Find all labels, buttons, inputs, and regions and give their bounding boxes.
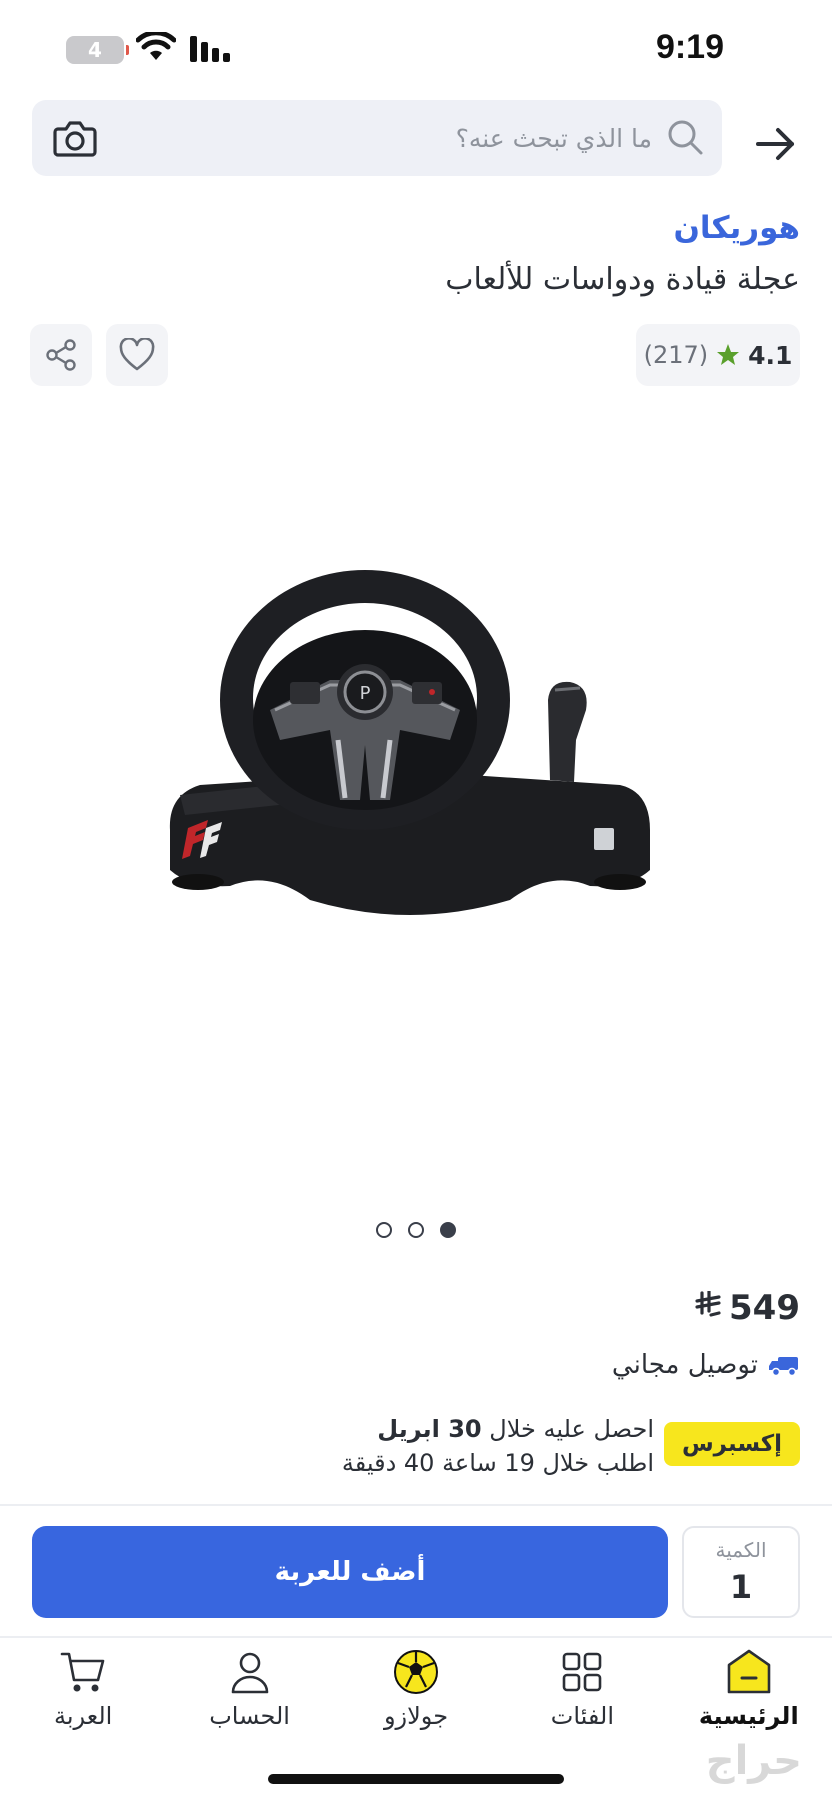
star-icon <box>717 344 740 365</box>
bottom-tab-bar: الرئيسية الفئات جولازو الحساب العربة <box>0 1638 832 1748</box>
rating-badge[interactable]: 4.1 (217) <box>636 324 800 386</box>
watermark-logo: حراج <box>705 1738 802 1784</box>
rating-count: (217) <box>643 341 709 369</box>
truck-icon <box>769 1357 798 1377</box>
wifi-icon <box>136 32 176 60</box>
clock: 9:19 <box>655 28 724 66</box>
tab-account[interactable]: الحساب <box>166 1638 332 1748</box>
account-icon <box>231 1652 268 1694</box>
quantity-value: 1 <box>729 1568 753 1606</box>
soccer-ball-icon <box>393 1650 438 1694</box>
add-to-cart-button[interactable]: أضف للعربة <box>32 1526 668 1618</box>
home-icon <box>727 1649 771 1694</box>
product-image: P <box>169 570 650 915</box>
express-badge: إكسبرس <box>664 1422 800 1466</box>
signal-icon <box>190 36 230 62</box>
home-indicator[interactable] <box>268 1774 564 1784</box>
camera-icon[interactable] <box>52 116 98 160</box>
tab-categories[interactable]: الفئات <box>499 1638 665 1748</box>
riyal-icon <box>695 1288 721 1326</box>
quantity-label: الكمية <box>715 1538 767 1562</box>
free-shipping: توصيل مجاني <box>612 1350 800 1380</box>
gallery-dot-active[interactable] <box>440 1222 456 1238</box>
gallery-pagination <box>0 1222 832 1238</box>
shipping-text: توصيل مجاني <box>611 1350 758 1380</box>
delivery-prefix: احصل عليه خلال <box>489 1415 654 1443</box>
search-icon <box>668 120 703 155</box>
tab-account-label: الحساب <box>209 1702 290 1730</box>
rating-value: 4.1 <box>748 340 793 370</box>
share-icon <box>46 339 76 371</box>
price: 549 <box>729 1288 800 1328</box>
gallery-dot[interactable] <box>408 1222 424 1238</box>
status-bar: 4 9:19 <box>0 0 832 96</box>
search-input[interactable] <box>232 116 652 160</box>
wishlist-button[interactable] <box>106 324 168 386</box>
cart-icon <box>60 1652 105 1692</box>
price-row: 549 <box>695 1288 800 1328</box>
search-bar[interactable] <box>32 100 722 176</box>
tab-cart[interactable]: العربة <box>0 1638 166 1748</box>
tab-golazo[interactable]: جولازو <box>333 1638 499 1748</box>
delivery-estimate: احصل عليه خلال 30 ابريل اطلب خلال 19 ساع… <box>342 1412 654 1480</box>
delivery-date: 30 ابريل <box>377 1415 482 1443</box>
quantity-selector[interactable]: الكمية 1 <box>682 1526 800 1618</box>
heart-icon <box>119 338 155 371</box>
brand-link[interactable]: هوريكان <box>673 210 800 246</box>
tab-golazo-label: جولازو <box>383 1702 449 1730</box>
tab-categories-label: الفئات <box>550 1702 615 1730</box>
svg-text:P: P <box>360 683 371 704</box>
back-arrow-icon[interactable] <box>752 120 800 168</box>
delivery-date-line: احصل عليه خلال 30 ابريل <box>342 1412 654 1446</box>
tab-home[interactable]: الرئيسية <box>666 1638 832 1748</box>
tab-home-label: الرئيسية <box>698 1702 799 1730</box>
battery-icon: 4 <box>66 36 129 64</box>
share-button[interactable] <box>30 324 92 386</box>
gallery-dot[interactable] <box>376 1222 392 1238</box>
product-image-gallery[interactable]: P <box>0 400 832 1200</box>
categories-icon <box>563 1652 602 1692</box>
product-title: عجلة قيادة ودواسات للألعاب <box>445 262 800 297</box>
order-within: اطلب خلال 19 ساعة 40 دقيقة <box>341 1449 654 1477</box>
tab-cart-label: العربة <box>54 1702 113 1730</box>
divider <box>0 1504 832 1506</box>
